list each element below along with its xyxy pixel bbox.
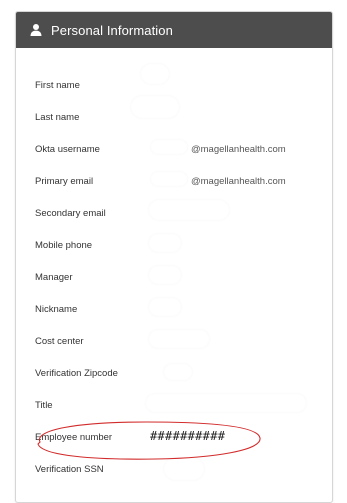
redaction-blob [149,234,181,252]
redaction-blob [164,364,192,380]
field-label: Verification SSN [35,464,104,475]
field-row-employee-number: Employee number ########## [35,428,325,448]
redaction-blob [149,298,181,316]
redaction-blob [146,394,306,412]
redaction-blob [151,140,187,154]
redaction-blob [149,330,209,348]
user-icon [29,23,43,37]
personal-information-panel: Personal Information First name Last nam… [15,11,333,503]
field-row-last-name: Last name [35,108,325,128]
field-label: First name [35,80,80,91]
field-label: Title [35,400,53,411]
redaction-blob [131,96,179,118]
field-label: Cost center [35,336,84,347]
field-label: Verification Zipcode [35,368,118,379]
field-value: @magellanhealth.com [191,176,286,187]
field-label: Employee number [35,432,113,443]
field-value: @magellanhealth.com [191,144,286,155]
employee-number-value: ########## [150,429,226,443]
panel-header: Personal Information [16,12,332,48]
field-label: Primary email [35,176,94,187]
panel-title: Personal Information [51,22,173,38]
field-label: Secondary email [35,208,106,219]
field-label: Nickname [35,304,78,315]
redaction-blob [149,266,181,284]
redaction-blob [141,64,169,84]
field-label: Mobile phone [35,240,93,251]
field-row-first-name: First name [35,76,325,96]
redaction-blob [149,200,229,220]
field-label: Last name [35,112,80,123]
field-label: Okta username [35,144,100,155]
redaction-blob [164,458,204,480]
field-label: Manager [35,272,73,283]
redaction-blob [151,172,187,186]
